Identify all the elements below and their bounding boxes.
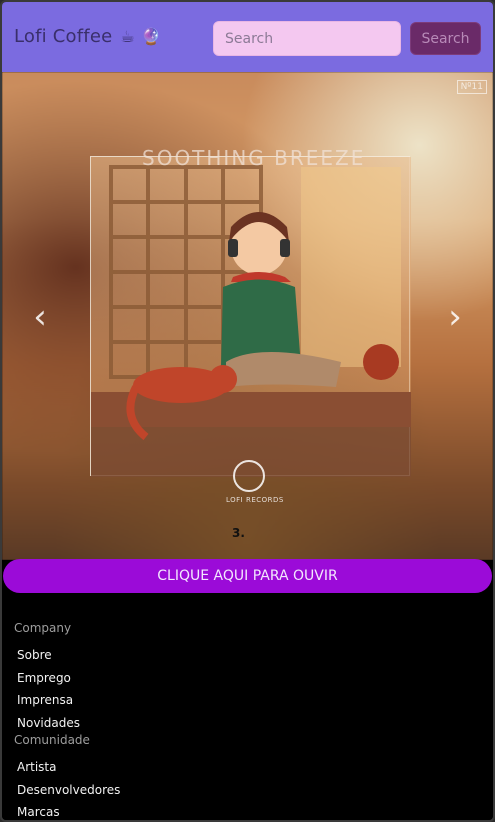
- slide-indicator: 3.: [232, 526, 245, 540]
- coffee-icon: ☕: [120, 27, 135, 46]
- carousel-prev-button[interactable]: ‹: [29, 297, 51, 337]
- brand-title: Lofi Coffee: [14, 26, 113, 47]
- footer-heading-company: Company: [14, 621, 72, 635]
- chevron-left-icon: ‹: [33, 297, 47, 337]
- footer-link-emprego[interactable]: Emprego: [17, 671, 71, 685]
- record-label-name: LOFI RECORDS: [226, 496, 284, 504]
- record-label-logo: [233, 460, 265, 492]
- crystal-ball-icon: 🔮: [140, 27, 162, 46]
- chevron-right-icon: ›: [448, 297, 462, 337]
- navbar: Lofi Coffee ☕ 🔮 Search: [2, 2, 493, 72]
- album-title: SOOTHING BREEZE: [142, 146, 366, 170]
- footer-link-sobre[interactable]: Sobre: [17, 648, 52, 662]
- app-frame: Lofi Coffee ☕ 🔮 Search Search SOOTHING B…: [0, 0, 495, 822]
- brand[interactable]: Lofi Coffee ☕ 🔮: [14, 26, 161, 47]
- carousel: SOOTHING BREEZE Nº11 ‹ › LOFI RECORDS 3.: [2, 72, 493, 560]
- album-illustration: [91, 157, 411, 477]
- carousel-next-button[interactable]: ›: [444, 297, 466, 337]
- album-cover-art: [90, 156, 411, 477]
- footer: Company Sobre Emprego Imprensa Novidades…: [2, 593, 493, 820]
- search-input[interactable]: [213, 21, 401, 56]
- footer-link-artista[interactable]: Artista: [17, 760, 57, 774]
- listen-cta-button[interactable]: CLIQUE AQUI PARA OUVIR: [3, 559, 492, 593]
- album-badge: Nº11: [456, 80, 487, 94]
- footer-link-novidades[interactable]: Novidades: [17, 716, 80, 730]
- footer-link-marcas[interactable]: Marcas: [17, 805, 60, 819]
- footer-link-desenvolvedores[interactable]: Desenvolvedores: [17, 783, 120, 797]
- search-button[interactable]: Search: [410, 22, 481, 55]
- footer-link-imprensa[interactable]: Imprensa: [17, 693, 73, 707]
- footer-heading-comunidade: Comunidade: [14, 733, 90, 747]
